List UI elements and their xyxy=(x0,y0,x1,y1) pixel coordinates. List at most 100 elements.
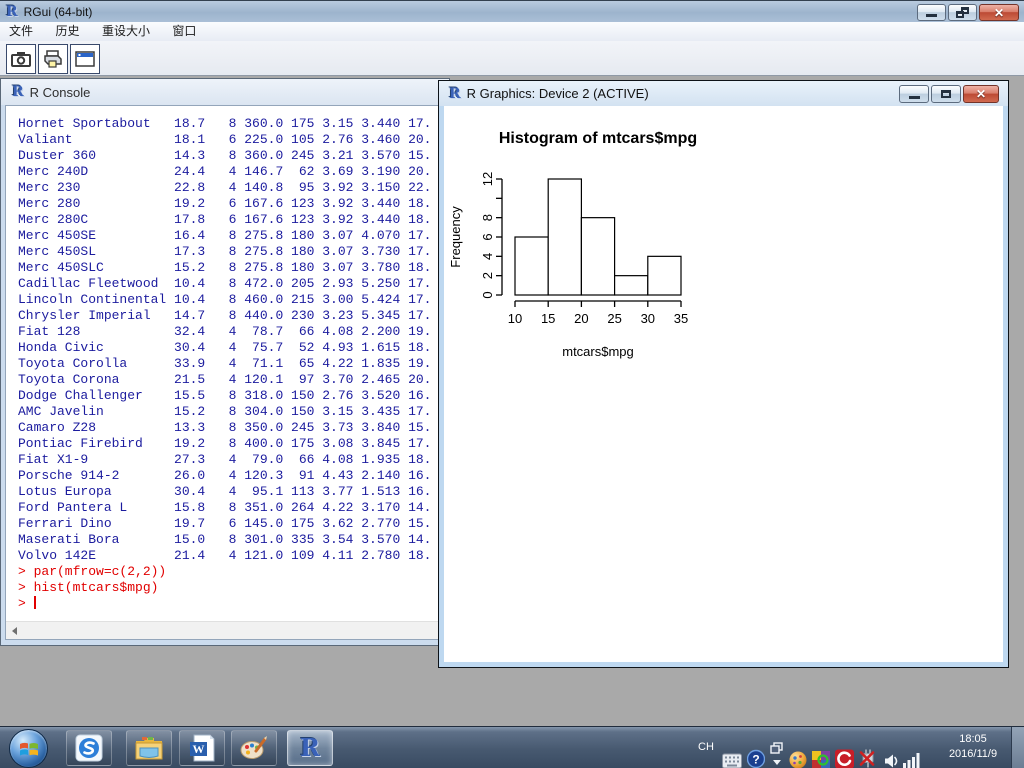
x-tick-label: 15 xyxy=(541,311,555,326)
close-icon: ✕ xyxy=(993,5,1005,20)
console-line: Chrysler Imperial 14.7 8 440.0 230 3.23 … xyxy=(18,308,432,323)
console-line: Fiat 128 32.4 4 78.7 66 4.08 2.200 19. xyxy=(18,324,432,339)
taskbar: W R CH ? 18:05 2016/11/9 xyxy=(0,726,1024,768)
chevron-down-icon xyxy=(773,760,781,765)
x-tick-label: 20 xyxy=(574,311,588,326)
printer-icon xyxy=(44,50,62,68)
console-line: Duster 360 14.3 8 360.0 245 3.21 3.570 1… xyxy=(18,148,432,163)
menu-history[interactable]: 历史 xyxy=(46,22,88,41)
taskbar-sogou-button[interactable] xyxy=(66,730,112,766)
snapshot-button[interactable] xyxy=(6,44,36,74)
console-line: Camaro Z28 13.3 8 350.0 245 3.73 3.840 1… xyxy=(18,420,432,435)
hidden-icons-button[interactable] xyxy=(770,734,784,768)
console-input-area[interactable]: Hornet Sportabout 18.7 8 360.0 175 3.15 … xyxy=(5,105,445,640)
y-tick-label: 6 xyxy=(480,233,495,240)
toolbar xyxy=(0,41,1024,76)
menu-window[interactable]: 窗口 xyxy=(163,22,205,41)
x-tick-label: 10 xyxy=(508,311,522,326)
network-signal-icon[interactable] xyxy=(903,739,922,768)
x-tick-label: 25 xyxy=(607,311,621,326)
language-indicator[interactable]: CH xyxy=(698,741,714,768)
console-line: Cadillac Fleetwood 10.4 8 472.0 205 2.93… xyxy=(18,276,432,291)
volume-icon[interactable] xyxy=(884,740,900,768)
console-line: Merc 450SLC 15.2 8 275.8 180 3.07 3.780 … xyxy=(18,260,432,275)
console-line: Fiat X1-9 27.3 4 79.0 66 4.08 1.935 18. xyxy=(18,452,432,467)
text-caret xyxy=(33,596,36,609)
graphics-maximize-button[interactable] xyxy=(931,85,961,103)
antivirus-tray-icon[interactable] xyxy=(835,738,854,768)
console-line: Toyota Corolla 33.9 4 71.1 65 4.22 1.835… xyxy=(18,356,432,371)
tray-time: 18:05 xyxy=(959,733,987,745)
console-line: Merc 450SE 16.4 8 275.8 180 3.07 4.070 1… xyxy=(18,228,432,243)
console-line: > par(mfrow=c(2,2)) xyxy=(18,564,167,579)
close-button[interactable]: ✕ xyxy=(979,4,1019,21)
console-line: Ferrari Dino 19.7 6 145.0 175 3.62 2.770… xyxy=(18,516,432,531)
x-tick-label: 30 xyxy=(641,311,655,326)
r-graphics-icon: R xyxy=(449,85,461,102)
folder-icon xyxy=(135,737,163,760)
keyboard-icon[interactable] xyxy=(722,740,742,768)
console-line: Merc 240D 24.4 4 146.7 62 3.69 3.190 20. xyxy=(18,164,432,179)
x-tick-label: 35 xyxy=(674,311,688,326)
print-button[interactable] xyxy=(38,44,68,74)
console-line: Dodge Challenger 15.5 8 318.0 150 2.76 3… xyxy=(18,388,432,403)
histogram-bar xyxy=(514,236,549,296)
console-line: > xyxy=(18,596,36,611)
console-line: Valiant 18.1 6 225.0 105 2.76 3.460 20. xyxy=(18,132,432,147)
console-titlebar[interactable]: R R Console xyxy=(1,79,449,105)
r-console-icon: R xyxy=(12,84,24,100)
console-line: Merc 280 19.2 6 167.6 123 3.92 3.440 18. xyxy=(18,196,432,211)
start-button[interactable] xyxy=(9,729,48,768)
histogram-bar xyxy=(580,217,616,296)
y-tick-label: 12 xyxy=(480,172,495,186)
menu-file[interactable]: 文件 xyxy=(0,22,42,41)
taskbar-paint-button[interactable] xyxy=(231,730,277,766)
ime-grid-tray-icon[interactable] xyxy=(812,739,830,768)
graphics-titlebar[interactable]: R R Graphics: Device 2 (ACTIVE) ✕ xyxy=(439,81,1008,106)
help-tray-icon[interactable]: ? xyxy=(747,738,765,768)
r-app-icon: R xyxy=(6,3,18,20)
graphics-title: R Graphics: Device 2 (ACTIVE) xyxy=(466,86,649,101)
graphics-minimize-button[interactable] xyxy=(899,85,929,103)
console-line: Lincoln Continental 10.4 8 460.0 215 3.0… xyxy=(18,292,432,307)
console-line: Merc 450SL 17.3 8 275.8 180 3.07 3.730 1… xyxy=(18,244,432,259)
y-tick-label: 0 xyxy=(480,291,495,298)
console-window: R R Console Hornet Sportabout 18.7 8 360… xyxy=(1,79,449,645)
scroll-left-icon[interactable] xyxy=(12,627,17,635)
console-line: Ford Pantera L 15.8 8 351.0 264 4.22 3.1… xyxy=(18,500,432,515)
restore-button[interactable] xyxy=(948,4,977,21)
console-window-button[interactable] xyxy=(70,44,100,74)
y-tick-label: 2 xyxy=(480,272,495,279)
console-title: R Console xyxy=(29,84,91,100)
taskbar-explorer-button[interactable] xyxy=(126,730,172,766)
sogou-browser-icon xyxy=(75,734,103,762)
sogou-ball-tray-icon[interactable] xyxy=(789,739,807,768)
console-line: Toyota Corona 21.5 4 120.1 97 3.70 2.465… xyxy=(18,372,432,387)
console-line: > hist(mtcars$mpg) xyxy=(18,580,159,595)
show-desktop-button[interactable] xyxy=(1011,727,1024,768)
tray-clock[interactable]: 18:05 2016/11/9 xyxy=(936,732,1010,762)
taskbar-word-button[interactable]: W xyxy=(179,730,225,766)
maximize-icon xyxy=(941,90,951,98)
minimize-icon xyxy=(908,95,920,99)
rgui-application-window: R RGui (64-bit) ✕ 文件 历史 重设大小 窗口 R R Cons… xyxy=(0,0,1024,768)
menu-resize[interactable]: 重设大小 xyxy=(93,22,159,41)
windows-flag-icon xyxy=(19,742,38,755)
console-horizontal-scrollbar[interactable] xyxy=(6,621,444,639)
console-line: Merc 280C 17.8 6 167.6 123 3.92 3.440 18… xyxy=(18,212,432,227)
y-axis-title: Frequency xyxy=(448,206,463,268)
histogram-chart: 0 2 4 6 8 12 Frequency 10 15 20 25 30 35 mtcars$mpg Hi… xyxy=(448,130,697,359)
console-line: Porsche 914-2 26.0 4 120.3 91 4.43 2.140… xyxy=(18,468,432,483)
console-line: Honda Civic 30.4 4 75.7 52 4.93 1.615 18… xyxy=(18,340,432,355)
removable-device-tray-icon[interactable] xyxy=(858,737,878,768)
x-axis-title: mtcars$mpg xyxy=(562,344,634,359)
y-tick-label: 8 xyxy=(480,214,495,221)
main-titlebar[interactable]: R RGui (64-bit) ✕ xyxy=(0,0,1024,22)
graphics-close-button[interactable]: ✕ xyxy=(963,85,999,103)
menubar: 文件 历史 重设大小 窗口 xyxy=(0,22,1024,41)
graphics-device-canvas: 0 2 4 6 8 12 Frequency 10 15 20 25 30 35 mtcars$mpg Hi… xyxy=(444,106,1003,662)
minimize-button[interactable] xyxy=(917,4,946,21)
main-window-title: RGui (64-bit) xyxy=(23,4,93,19)
chart-title: Histogram of mtcars$mpg xyxy=(499,130,697,147)
taskbar-rgui-button[interactable]: R xyxy=(287,730,333,766)
